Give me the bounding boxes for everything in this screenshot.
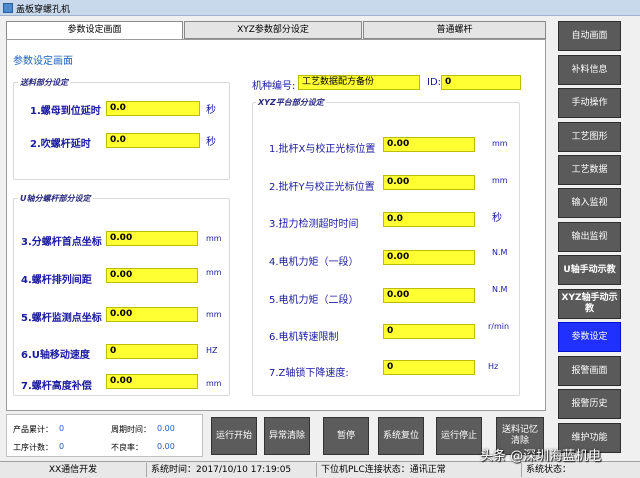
system-reset-button[interactable]: 系统复位: [378, 417, 424, 455]
torque-timeout-label: 3.扭力检测超时时间: [269, 219, 359, 230]
xyz-group-title: XYZ平台部分设定: [256, 97, 326, 108]
nav-process-graphics[interactable]: 工艺图形: [558, 122, 621, 152]
xyz-y-offset-unit: mm: [492, 176, 508, 185]
torque-stage2-input[interactable]: 0.00: [383, 288, 475, 303]
u-height-comp-unit: mm: [206, 379, 222, 388]
nav-alarm-screen[interactable]: 报警画面: [558, 356, 621, 386]
comm-status: XX通信开发: [0, 463, 147, 477]
z-descent-speed-label: 7.Z轴锁下降速度:: [269, 368, 349, 379]
u-speed-unit: HZ: [206, 346, 218, 355]
tab-normal-screw[interactable]: 普通螺杆: [363, 21, 546, 39]
torque-stage1-unit: N.M: [492, 248, 508, 257]
nav-alarm-history[interactable]: 报警历史: [558, 389, 621, 419]
u-height-comp-input[interactable]: 0.00: [106, 374, 198, 389]
u-monitor-point-input[interactable]: 0.00: [106, 307, 198, 322]
window-titlebar: 盖板穿螺孔机: [0, 0, 640, 16]
watermark: 头条 @深圳海蓝机电: [480, 449, 602, 464]
motor-speed-limit-unit: r/min: [488, 322, 510, 331]
torque-stage2-unit: N.M: [492, 285, 508, 294]
system-state: 系统状态：: [526, 465, 572, 475]
nav-manual-operation[interactable]: 手动操作: [558, 88, 621, 118]
u-speed-input[interactable]: 0: [106, 344, 198, 359]
nav-input-monitor[interactable]: 输入监视: [558, 188, 621, 218]
window-title: 盖板穿螺孔机: [16, 5, 71, 15]
u-axis-group: [13, 198, 230, 396]
torque-stage2-label: 5.电机力矩（二段）: [269, 295, 359, 306]
u-first-point-label: 3.分螺杆首点坐标: [21, 237, 102, 248]
nav-u-axis-teach[interactable]: U轴手动示教: [558, 255, 621, 285]
id-input[interactable]: 0: [441, 75, 521, 90]
id-label: ID:: [427, 77, 442, 88]
product-total-label: 产品累计：: [13, 425, 53, 434]
defect-rate-label: 不良率：: [111, 443, 143, 452]
page-title: 参数设定画面: [13, 56, 73, 67]
u-spacing-label: 4.螺杆排列间距: [21, 275, 92, 286]
nut-delay-unit: 秒: [206, 105, 216, 116]
xyz-x-offset-unit: mm: [492, 139, 508, 148]
motor-speed-limit-label: 6.电机转速限制: [269, 332, 339, 343]
z-descent-speed-input[interactable]: 0: [383, 360, 475, 375]
xyz-y-offset-label: 2.批杆Y与校正光标位置: [269, 182, 375, 193]
nav-parameter-settings[interactable]: 参数设定: [558, 322, 621, 352]
nav-auto-screen[interactable]: 自动画面: [558, 21, 621, 51]
work-count-value: 0: [59, 442, 65, 451]
u-first-point-unit: mm: [206, 234, 222, 243]
production-stats: 产品累计： 0 周期时间： 0.00 工序计数： 0 不良率： 0.00: [6, 414, 203, 457]
xyz-x-offset-label: 1.批杆X与校正光标位置: [269, 144, 376, 155]
u-height-comp-label: 7.螺杆高度补偿: [21, 381, 92, 392]
blow-delay-unit: 秒: [206, 137, 216, 148]
product-total-value: 0: [59, 424, 65, 433]
torque-stage1-label: 4.电机力矩（一段）: [269, 257, 359, 268]
u-group-title: U轴分螺杆部分设定: [18, 193, 93, 204]
tab-parameter-settings[interactable]: 参数设定画面: [6, 21, 183, 40]
torque-timeout-unit: 秒: [492, 213, 502, 224]
nut-delay-label: 1.螺母到位延时: [30, 106, 101, 117]
app-icon: [3, 3, 13, 13]
run-stop-button[interactable]: 运行停止: [436, 417, 482, 455]
tab-xyz-settings[interactable]: XYZ参数部分设定: [184, 21, 362, 39]
defect-rate-value: 0.00: [157, 442, 175, 451]
tab-strip: 参数设定画面 XYZ参数部分设定 普通螺杆: [6, 21, 546, 40]
feed-settings-group: [13, 82, 230, 180]
xyz-x-offset-input[interactable]: 0.00: [383, 137, 475, 152]
work-count-label: 工序计数：: [13, 443, 53, 452]
nav-process-data[interactable]: 工艺数据: [558, 155, 621, 185]
nav-output-monitor[interactable]: 输出监视: [558, 222, 621, 252]
cycle-time-value: 0.00: [157, 424, 175, 433]
u-spacing-unit: mm: [206, 268, 222, 277]
model-label: 机种编号:: [252, 81, 296, 92]
u-speed-label: 6.U轴移动速度: [21, 350, 90, 361]
cycle-time-label: 周期时间：: [111, 425, 151, 434]
u-monitor-point-unit: mm: [206, 310, 222, 319]
plc-connection-status: 下位机PLC连接状态：通讯正常: [317, 463, 522, 477]
motor-speed-limit-input[interactable]: 0: [383, 324, 475, 339]
blow-delay-input[interactable]: 0.0: [106, 133, 200, 148]
u-monitor-point-label: 5.螺杆监测点坐标: [21, 313, 102, 324]
u-spacing-input[interactable]: 0.00: [106, 268, 198, 283]
u-first-point-input[interactable]: 0.00: [106, 231, 198, 246]
model-input[interactable]: 工艺数据配方备份: [298, 75, 420, 90]
torque-stage1-input[interactable]: 0.00: [383, 250, 475, 265]
feed-group-title: 送料部分设定: [18, 77, 70, 88]
run-start-button[interactable]: 运行开始: [211, 417, 257, 455]
z-descent-speed-unit: Hz: [488, 362, 499, 371]
xyz-y-offset-input[interactable]: 0.00: [383, 175, 475, 190]
pause-button[interactable]: 暂停: [323, 417, 369, 455]
torque-timeout-input[interactable]: 0.0: [383, 212, 475, 227]
system-time: 系统时间：2017/10/10 17:19:05: [147, 463, 317, 477]
nav-feed-info[interactable]: 补料信息: [558, 55, 621, 85]
nut-delay-input[interactable]: 0.0: [106, 101, 200, 116]
nav-xyz-axis-teach[interactable]: XYZ轴手动示教: [558, 289, 621, 319]
clear-error-button[interactable]: 异常清除: [264, 417, 310, 455]
blow-delay-label: 2.吹螺杆延时: [30, 139, 91, 150]
